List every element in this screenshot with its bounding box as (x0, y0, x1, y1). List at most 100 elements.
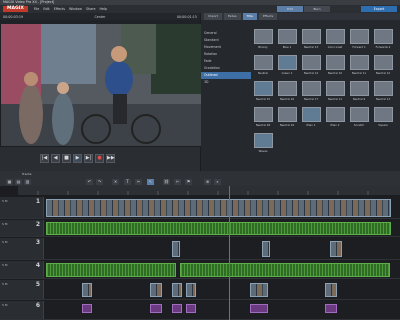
title-clip[interactable] (172, 304, 182, 313)
transition-thumb[interactable] (350, 55, 369, 70)
transition-thumb[interactable] (278, 81, 297, 96)
track-controls[interactable]: S M (2, 222, 7, 226)
transition-thumb[interactable] (374, 81, 393, 96)
tab-fades[interactable]: Fades (223, 13, 241, 20)
menu-item-help[interactable]: Help (99, 7, 107, 11)
transition-thumb[interactable] (374, 107, 393, 122)
transition-thumb[interactable] (374, 55, 393, 70)
tab-title[interactable]: Title (242, 13, 258, 20)
audio-clip[interactable] (46, 222, 391, 235)
transition-thumb[interactable] (254, 107, 273, 122)
video-clip[interactable] (172, 283, 182, 297)
transition-thumb[interactable] (326, 29, 345, 44)
audio-clip[interactable] (46, 263, 176, 277)
video-frame-image (1, 24, 201, 146)
tab-burn[interactable]: Burn (304, 6, 330, 12)
menu-bar: MAGIX File Edit Effects Window Share Hel… (0, 5, 400, 13)
video-clip[interactable] (325, 283, 337, 297)
video-clip[interactable] (82, 283, 92, 297)
track-controls[interactable]: S M (2, 303, 7, 307)
tab-effects[interactable]: Effects (259, 13, 278, 20)
snap-icon[interactable]: ⊕ (204, 179, 211, 185)
transition-thumb[interactable] (350, 81, 369, 96)
category-3d[interactable]: 3D (201, 79, 251, 86)
transition-thumb[interactable] (350, 29, 369, 44)
link-icon[interactable]: ⛓ (163, 179, 170, 185)
transition-thumb[interactable] (254, 81, 273, 96)
record-button[interactable]: ● (95, 154, 104, 163)
storyboard-mode-icon[interactable]: ▤ (15, 179, 22, 185)
transition-thumb[interactable] (278, 55, 297, 70)
arrange-mode-icon[interactable]: ▦ (6, 179, 13, 185)
split-icon[interactable]: ✂ (135, 179, 142, 185)
stop-button[interactable]: ■ (62, 154, 71, 163)
transition-thumb[interactable] (254, 55, 273, 70)
time-ruler[interactable] (18, 186, 400, 195)
title-clip[interactable] (325, 304, 337, 313)
marker-icon[interactable]: ⚑ (185, 179, 192, 185)
video-clip[interactable] (150, 283, 162, 297)
title-clip[interactable] (82, 304, 92, 313)
category-rotation[interactable]: Rotation (201, 51, 251, 58)
menu-item-window[interactable]: Window (69, 7, 82, 11)
track-controls[interactable]: S M (2, 240, 7, 244)
video-clip[interactable] (250, 283, 268, 297)
menu-item-effects[interactable]: Effects (54, 7, 65, 11)
thumb-label: Neutral 17 (303, 97, 319, 101)
transition-thumb[interactable] (302, 81, 321, 96)
cut-icon[interactable]: ✄ (174, 179, 181, 185)
transition-thumb[interactable] (326, 55, 345, 70)
transition-thumb[interactable] (302, 29, 321, 44)
transition-thumb[interactable] (254, 29, 273, 44)
go-to-end-button[interactable]: ▶| (84, 154, 93, 163)
thumb-label: Neutral 13 (303, 45, 319, 49)
transition-thumb[interactable] (278, 29, 297, 44)
category-gradation[interactable]: Gradation (201, 65, 251, 72)
mode-tabs: Edit Burn (277, 6, 330, 12)
track-controls[interactable]: S M (2, 282, 7, 286)
category-standard[interactable]: Standard (201, 37, 251, 44)
overview-mode-icon[interactable]: ▥ (24, 179, 31, 185)
tab-edit[interactable]: Edit (277, 6, 303, 12)
category-movement[interactable]: Movement (201, 44, 251, 51)
transition-thumb[interactable] (254, 133, 273, 148)
audio-clip[interactable] (180, 263, 390, 277)
transition-thumb[interactable] (278, 107, 297, 122)
mouse-mode-icon[interactable]: ↖ (147, 179, 154, 185)
rewind-button[interactable]: ◀ (51, 154, 60, 163)
tab-import[interactable]: Import (204, 13, 222, 20)
transition-thumb[interactable] (302, 107, 321, 122)
transition-thumb[interactable] (326, 81, 345, 96)
play-button[interactable]: ▶ (73, 154, 82, 163)
track-controls[interactable]: S M (2, 263, 7, 267)
video-clip[interactable] (262, 241, 270, 257)
video-clip[interactable] (46, 199, 391, 217)
transition-thumb[interactable] (326, 107, 345, 122)
video-clip[interactable] (186, 283, 196, 297)
track-controls[interactable]: S M (2, 199, 7, 203)
category-outlined[interactable]: Outlined (201, 72, 251, 79)
category-general[interactable]: General (201, 30, 251, 37)
category-fade[interactable]: Fade (201, 58, 251, 65)
menu-item-file[interactable]: File (34, 7, 40, 11)
redo-icon[interactable]: ↷ (96, 179, 103, 185)
go-to-start-button[interactable]: |◀ (40, 154, 49, 163)
transition-thumb[interactable] (350, 107, 369, 122)
delete-icon[interactable]: ✕ (112, 179, 119, 185)
menu-item-edit[interactable]: Edit (43, 7, 49, 11)
zoom-icon[interactable]: ⌕ (214, 179, 221, 185)
undo-icon[interactable]: ↶ (86, 179, 93, 185)
export-button[interactable]: Export (361, 6, 397, 12)
transition-thumb[interactable] (302, 55, 321, 70)
menu-item-share[interactable]: Share (86, 7, 96, 11)
text-tool-icon[interactable]: T (124, 179, 131, 185)
transition-thumb[interactable] (374, 29, 393, 44)
title-clip[interactable] (250, 304, 268, 313)
playhead[interactable] (229, 186, 230, 320)
title-clip[interactable] (186, 304, 196, 313)
fast-forward-button[interactable]: ▶▶ (106, 154, 115, 163)
video-clip[interactable] (172, 241, 180, 257)
video-preview[interactable] (1, 24, 201, 146)
title-clip[interactable] (150, 304, 162, 313)
video-clip[interactable] (330, 241, 342, 257)
